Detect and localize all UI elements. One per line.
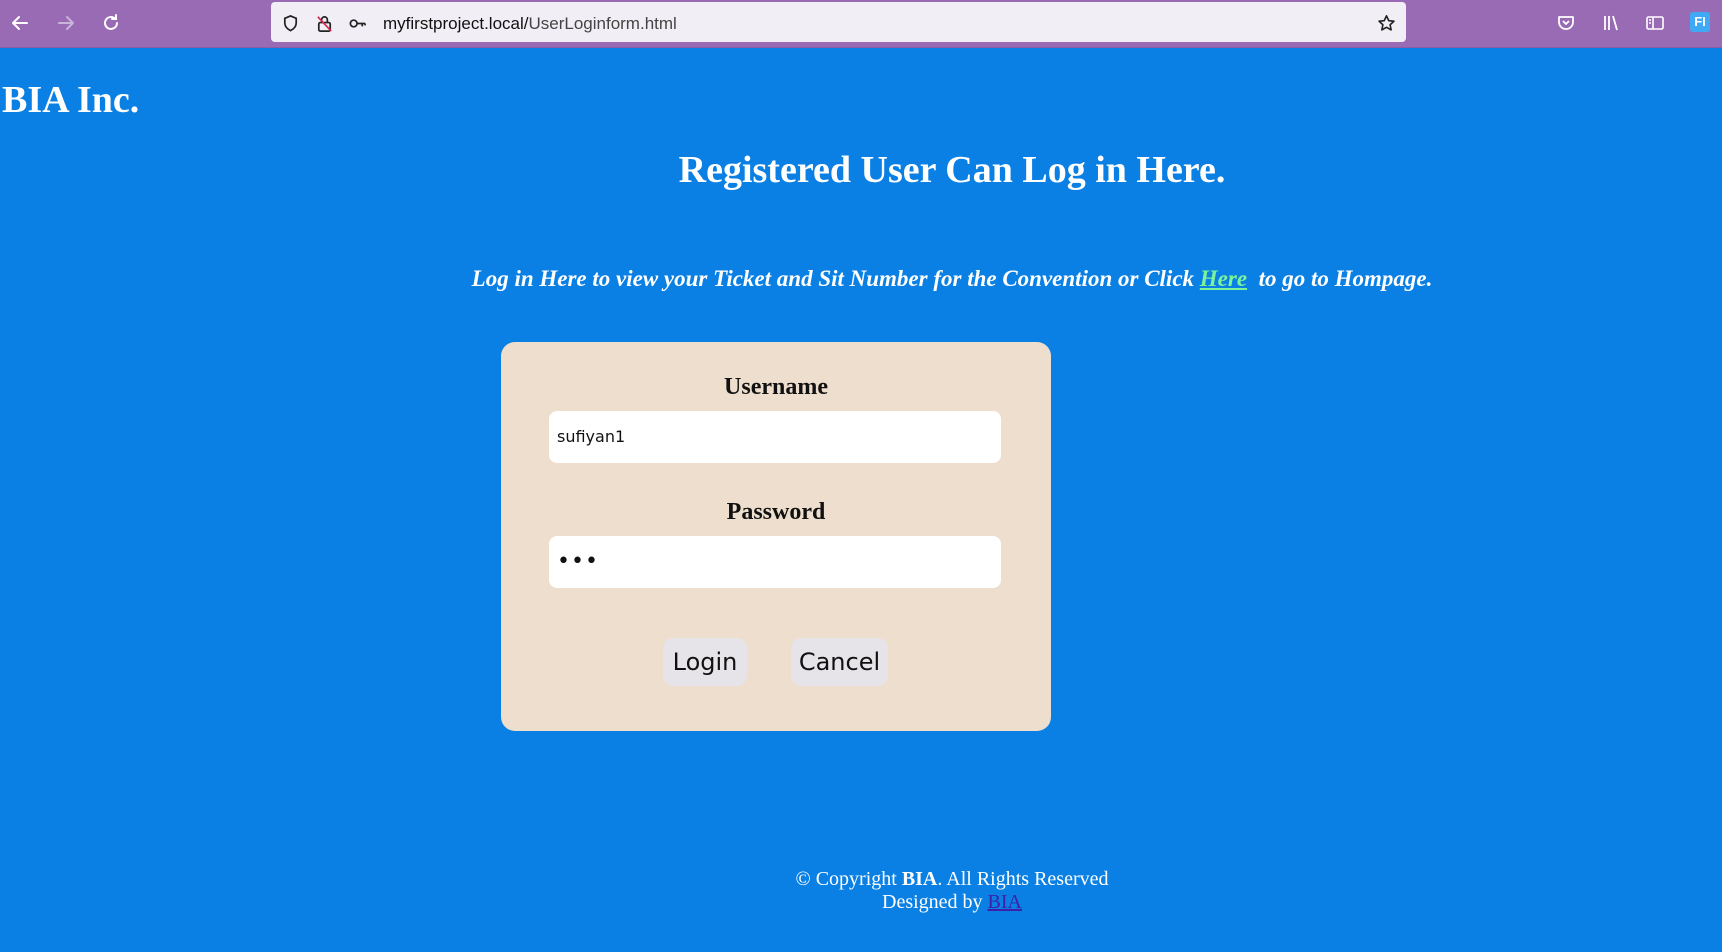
copyright-brand: BIA [901, 868, 938, 890]
copyright-suffix: . All Rights Reserved [937, 868, 1109, 890]
designed-by-line: Designed by BIA [0, 891, 1722, 914]
shield-icon[interactable] [279, 12, 301, 34]
address-bar[interactable]: myfirstproject.local/UserLoginform.html [271, 2, 1406, 42]
forward-arrow-icon[interactable] [52, 9, 80, 37]
key-icon[interactable] [346, 12, 368, 34]
reload-icon[interactable] [97, 9, 125, 37]
pocket-icon[interactable] [1552, 9, 1580, 37]
bookmark-star-icon[interactable] [1375, 12, 1397, 34]
login-form: Username sufiyan1 Password ••• Login Can… [501, 342, 1051, 731]
designed-by-text: Designed by [882, 891, 988, 913]
intro-text-before: Log in Here to view your Ticket and Sit … [471, 266, 1200, 291]
library-icon[interactable] [1597, 9, 1625, 37]
brand-title: BIA Inc. [2, 79, 140, 121]
footer: © Copyright BIA. All Rights Reserved Des… [0, 868, 1722, 914]
homepage-link[interactable]: Here [1200, 266, 1247, 291]
username-label: Username [724, 374, 828, 400]
cancel-button[interactable]: Cancel [791, 638, 888, 686]
url-path: UserLoginform.html [528, 14, 677, 33]
url-text[interactable]: myfirstproject.local/UserLoginform.html [383, 2, 677, 42]
url-host: myfirstproject.local/ [383, 14, 529, 33]
intro-text-after: to go to Hompage. [1247, 266, 1433, 291]
intro-text: Log in Here to view your Ticket and Sit … [0, 266, 1722, 292]
browser-toolbar: myfirstproject.local/UserLoginform.html … [0, 0, 1722, 48]
back-arrow-icon[interactable] [6, 9, 34, 37]
username-input[interactable]: sufiyan1 [549, 411, 1001, 463]
designer-link[interactable]: BIA [988, 891, 1022, 913]
insecure-lock-icon[interactable] [313, 12, 335, 34]
login-button[interactable]: Login [663, 638, 747, 686]
sidebar-icon[interactable] [1641, 9, 1669, 37]
copyright-prefix: © Copyright [795, 868, 902, 890]
copyright-line: © Copyright BIA. All Rights Reserved [0, 868, 1722, 891]
password-label: Password [726, 499, 826, 525]
profile-avatar[interactable]: FI [1690, 12, 1710, 32]
page-heading: Registered User Can Log in Here. [678, 149, 1226, 191]
password-input[interactable]: ••• [549, 536, 1001, 588]
